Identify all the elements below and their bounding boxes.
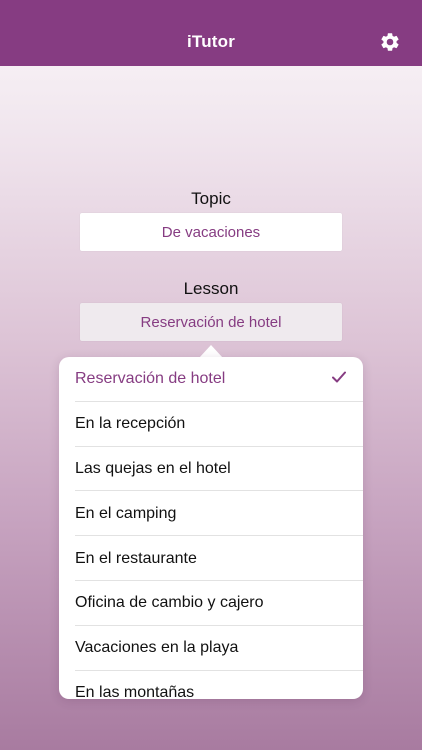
lesson-option-vacaciones-en-la-playa[interactable]: Vacaciones en la playa: [59, 626, 363, 671]
lesson-option-label: Vacaciones en la playa: [75, 639, 239, 657]
lesson-label: Lesson: [183, 279, 239, 298]
checkmark-icon: [332, 371, 346, 383]
lesson-option-oficina-de-cambio-y-cajero[interactable]: Oficina de cambio y cajero: [59, 581, 363, 626]
lesson-option-label: En la recepción: [75, 415, 186, 433]
lesson-option-label: Oficina de cambio y cajero: [75, 594, 264, 612]
navigation-bar: iTutor: [0, 0, 422, 66]
lesson-option-label: Las quejas en el hotel: [75, 459, 231, 477]
lesson-option-reservacion-de-hotel[interactable]: Reservación de hotel: [59, 357, 363, 402]
topic-label: Topic: [191, 189, 231, 208]
lesson-dropdown-list: Reservación de hotel En la recepción Las…: [59, 357, 363, 699]
lesson-option-en-la-recepcion[interactable]: En la recepción: [59, 402, 363, 447]
lesson-option-label: Reservación de hotel: [75, 370, 226, 388]
app-title: iTutor: [186, 32, 236, 51]
topic-selector[interactable]: De vacaciones: [80, 213, 342, 251]
lesson-option-en-las-montanas[interactable]: En las montañas: [59, 671, 363, 699]
lesson-option-en-el-camping[interactable]: En el camping: [59, 491, 363, 536]
lesson-option-las-quejas-en-el-hotel[interactable]: Las quejas en el hotel: [59, 447, 363, 492]
gear-icon[interactable]: [379, 31, 401, 53]
lesson-option-label: En el restaurante: [75, 549, 197, 567]
lesson-option-label: En el camping: [75, 504, 177, 522]
lesson-option-label: En las montañas: [75, 683, 195, 699]
lesson-selector[interactable]: Reservación de hotel: [80, 303, 342, 341]
lesson-option-en-el-restaurante[interactable]: En el restaurante: [59, 536, 363, 581]
